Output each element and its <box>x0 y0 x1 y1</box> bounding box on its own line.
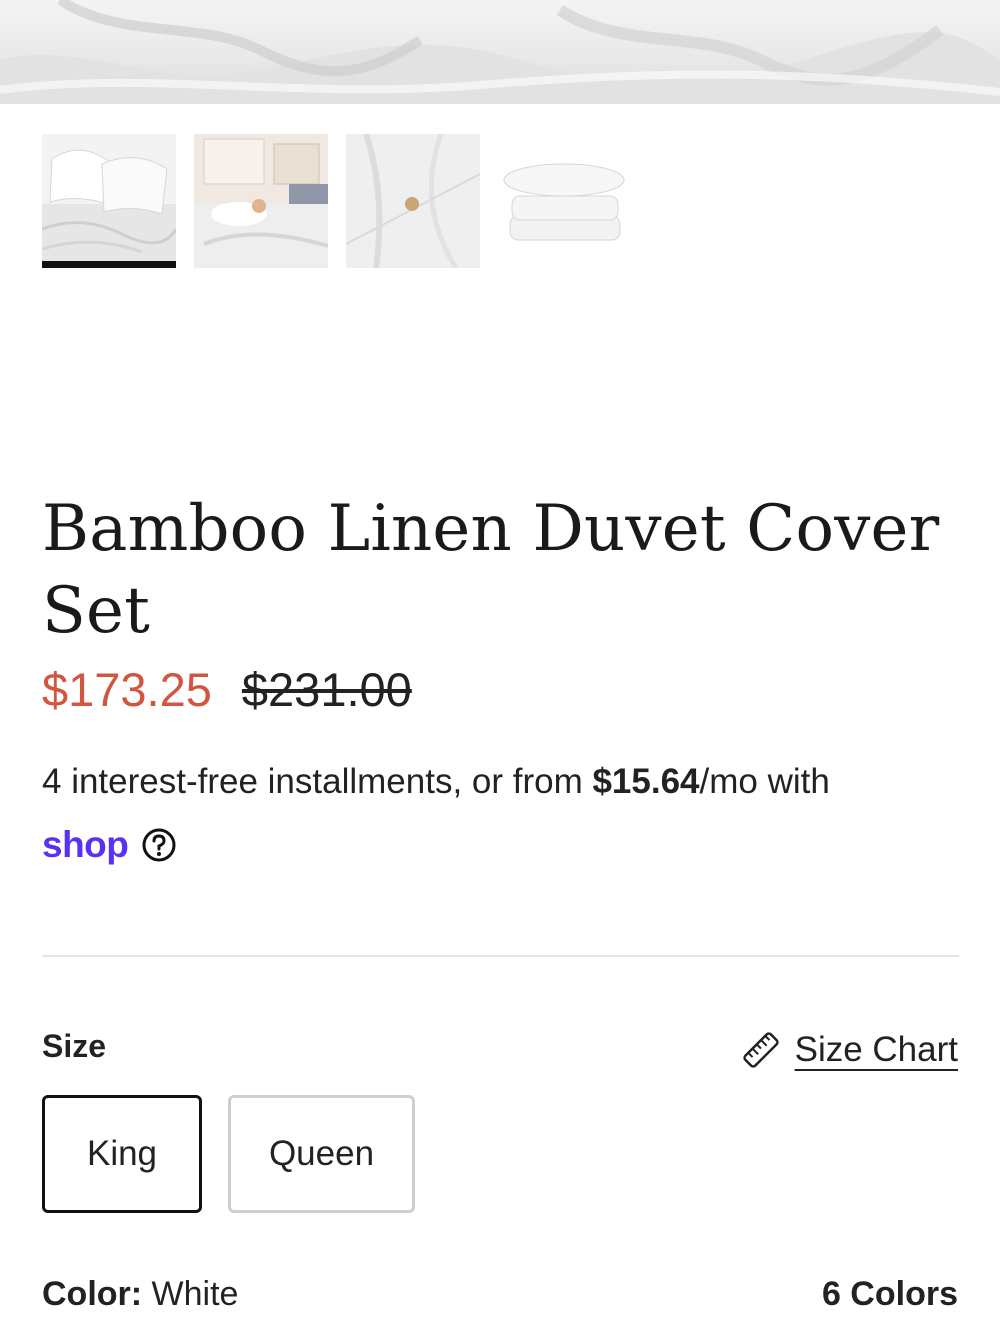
thumbnail-button-closure[interactable] <box>346 134 480 268</box>
size-label: Size <box>42 1028 107 1064</box>
shop-logo: shop <box>42 824 129 865</box>
installments-amount: $15.64 <box>592 762 700 801</box>
color-value: White <box>151 1275 239 1313</box>
installments-suffix: /mo with <box>699 762 830 801</box>
sale-price: $173.25 <box>42 663 212 716</box>
price-row: $173.25 $231.00 <box>42 662 412 722</box>
color-selection: Color: White <box>42 1275 238 1314</box>
size-option-queen[interactable]: Queen <box>228 1095 415 1213</box>
size-option-label: King <box>86 1134 158 1173</box>
question-circle-icon[interactable] <box>142 828 176 862</box>
size-option-label: Queen <box>268 1134 375 1173</box>
color-label: Color: <box>42 1275 143 1313</box>
size-chart-label: Size Chart <box>794 1030 958 1069</box>
size-option-king[interactable]: King <box>42 1095 202 1213</box>
colors-count: 6 Colors <box>821 1275 958 1313</box>
product-title: Bamboo Linen Duvet Cover Set <box>42 492 940 648</box>
thumbnail-bedding-set[interactable] <box>42 134 176 268</box>
hero-product-image <box>0 0 1000 104</box>
compare-at-price: $231.00 <box>241 663 412 716</box>
installments-text: 4 interest-free installments, or from $1… <box>42 760 962 804</box>
size-chart-link[interactable]: Size Chart <box>741 1030 958 1070</box>
shop-pay-row: shop <box>42 820 176 870</box>
ruler-icon <box>741 1030 781 1070</box>
thumbnail-woman-sleeping[interactable] <box>194 134 328 268</box>
thumbnail-folded-stack[interactable] <box>498 134 632 268</box>
divider <box>42 955 959 957</box>
installments-prefix: 4 interest-free installments, or from <box>42 762 593 801</box>
